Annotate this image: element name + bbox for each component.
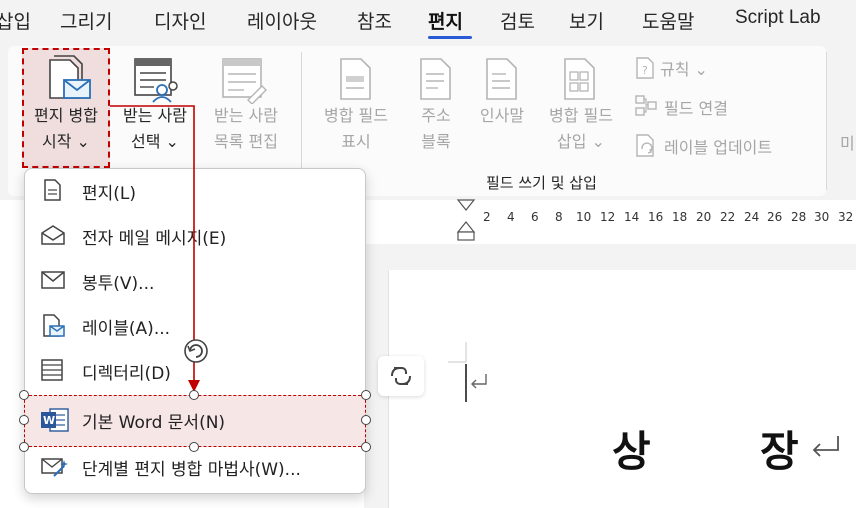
rotate-handle-icon (184, 339, 208, 363)
resize-handle[interactable] (19, 390, 29, 400)
annotation-overlay (110, 105, 208, 392)
resize-handle[interactable] (361, 442, 371, 452)
resize-handle[interactable] (19, 442, 29, 452)
resize-handle[interactable] (361, 390, 371, 400)
connector-line (110, 105, 195, 384)
resize-handle[interactable] (189, 390, 199, 400)
resize-handle[interactable] (19, 415, 29, 425)
resize-handle[interactable] (189, 442, 199, 452)
resize-handle[interactable] (361, 415, 371, 425)
